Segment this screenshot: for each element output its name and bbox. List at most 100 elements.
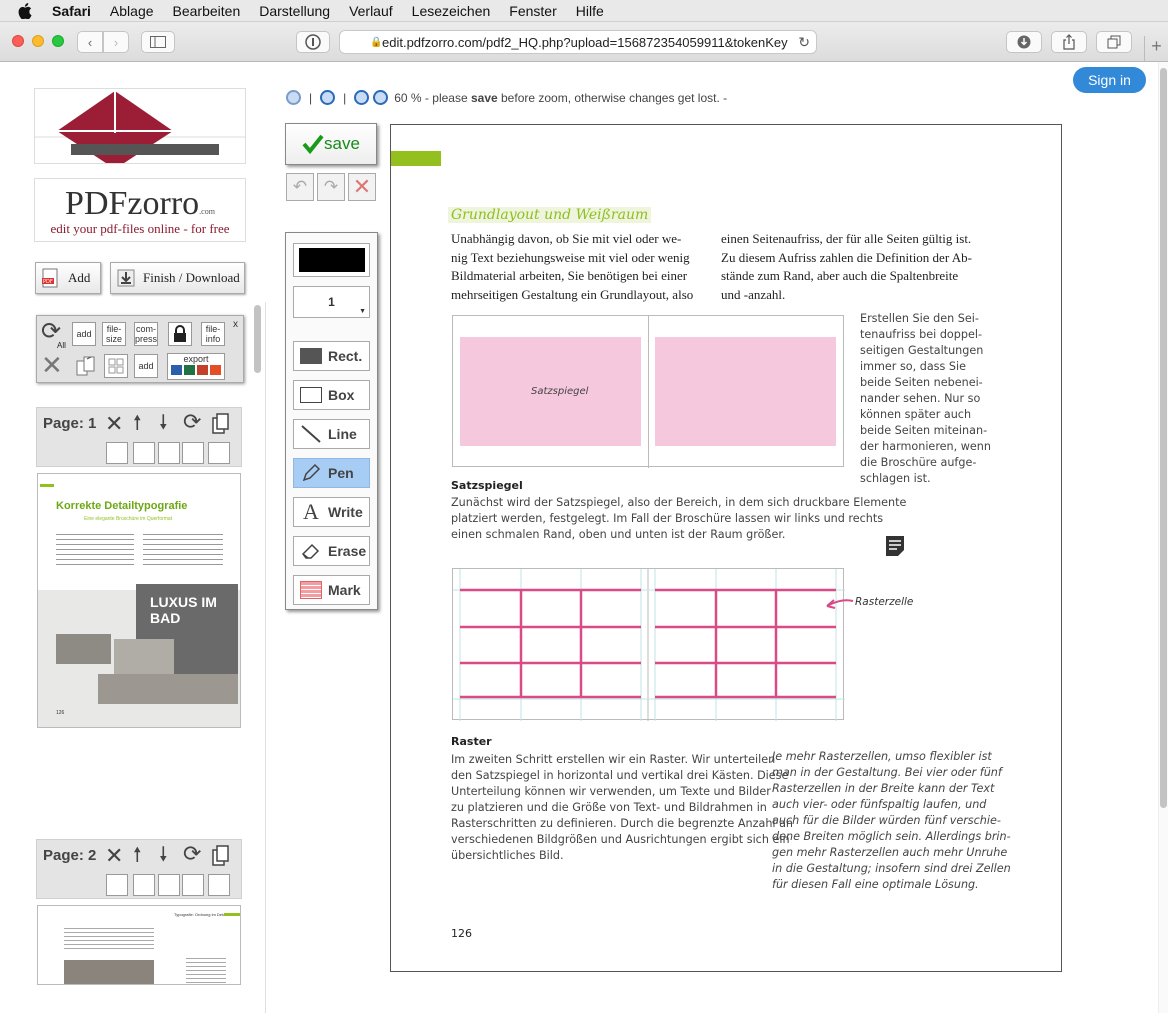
- move-down-icon[interactable]: 🠗: [159, 845, 168, 865]
- url-bar[interactable]: 🔒 edit.pdfzorro.com/pdf2_HQ.php?upload=1…: [339, 30, 817, 54]
- menu-darstellung[interactable]: Darstellung: [259, 3, 330, 19]
- insert-page-icon[interactable]: [158, 442, 180, 464]
- rotate-90-icon[interactable]: ⟳: [183, 411, 201, 433]
- delete-page-icon[interactable]: ✕: [105, 845, 123, 867]
- add-page-button[interactable]: add: [72, 322, 96, 346]
- redo-button[interactable]: ↷: [317, 173, 345, 201]
- zorro-logo-icon: [35, 91, 245, 163]
- copy-pages-icon[interactable]: [74, 354, 98, 378]
- stroke-width-select[interactable]: 1 ▼: [293, 286, 370, 318]
- edit-page-icon[interactable]: [182, 874, 204, 896]
- sidebar-icon: [150, 36, 166, 48]
- new-tab-button[interactable]: +: [1144, 36, 1168, 62]
- menu-verlauf[interactable]: Verlauf: [349, 3, 393, 19]
- rasterzelle-label: Rasterzelle: [855, 596, 914, 608]
- grid-view-icon[interactable]: [104, 354, 128, 378]
- zoom-actual-icon[interactable]: [320, 90, 336, 105]
- sign-in-button[interactable]: Sign in: [1073, 67, 1146, 93]
- compress-button[interactable]: com-press: [134, 322, 158, 346]
- merge-page-icon[interactable]: [106, 442, 128, 464]
- share-button[interactable]: [1051, 31, 1087, 53]
- box-tool-button[interactable]: Box: [293, 380, 370, 410]
- chevron-right-icon: ›: [113, 34, 119, 50]
- close-tools-button[interactable]: x: [233, 319, 238, 330]
- mark-tool-button[interactable]: Mark: [293, 575, 370, 605]
- menu-bearbeiten[interactable]: Bearbeiten: [173, 3, 241, 19]
- pdf-intro-col2: einen Seitenaufriss, der für alle Seiten…: [721, 231, 972, 303]
- main-scrollbar-thumb[interactable]: [1160, 68, 1167, 808]
- page-2-label: Page: 2: [43, 847, 97, 864]
- cancel-button[interactable]: ✕: [348, 173, 376, 201]
- move-down-icon[interactable]: 🠗: [159, 413, 168, 433]
- copy-page-icon[interactable]: [211, 413, 231, 439]
- apple-icon[interactable]: [18, 2, 32, 19]
- zoom-out-icon[interactable]: [354, 90, 370, 105]
- satz-heading: Satzspiegel: [451, 479, 523, 492]
- back-button[interactable]: ‹: [77, 31, 103, 53]
- zoom-window-button[interactable]: [52, 35, 64, 47]
- menu-safari[interactable]: Safari: [52, 3, 91, 19]
- add-label: Add: [68, 270, 91, 285]
- menu-lesezeichen[interactable]: Lesezeichen: [412, 3, 491, 19]
- export-button[interactable]: export: [167, 353, 225, 380]
- close-window-button[interactable]: [12, 35, 24, 47]
- lock-button[interactable]: [168, 322, 192, 346]
- sidebar-scrollbar-thumb[interactable]: [254, 305, 261, 373]
- merge-page-icon[interactable]: [106, 874, 128, 896]
- pdf-page-canvas[interactable]: Grundlayout und Weißraum Unabhängig davo…: [390, 124, 1062, 972]
- zoom-fit-icon[interactable]: [286, 90, 301, 105]
- insert-page-icon[interactable]: [158, 874, 180, 896]
- rotate-all-icon[interactable]: ⟳ All: [41, 320, 69, 351]
- line-tool-button[interactable]: Line: [293, 419, 370, 449]
- logo-mark[interactable]: [34, 88, 246, 164]
- filesize-button[interactable]: file-size: [102, 322, 126, 346]
- minimize-window-button[interactable]: [32, 35, 44, 47]
- page-1-thumbnail[interactable]: Korrekte Detailtypografie Eine elegante …: [37, 473, 241, 728]
- fileinfo-button[interactable]: file-info: [201, 322, 225, 346]
- downloads-button[interactable]: [1006, 31, 1042, 53]
- raster-heading: Raster: [451, 735, 492, 748]
- save-button[interactable]: save: [285, 123, 377, 165]
- checkmark-icon: [302, 134, 324, 154]
- line-icon: [300, 424, 322, 444]
- undo-button[interactable]: ↶: [286, 173, 314, 201]
- pen-tool-button[interactable]: Pen: [293, 458, 370, 488]
- reader-button[interactable]: [296, 31, 330, 53]
- delete-all-icon[interactable]: ✕: [41, 352, 69, 380]
- share-page-icon[interactable]: [208, 442, 230, 464]
- menu-ablage[interactable]: Ablage: [110, 3, 154, 19]
- tabs-icon: [1107, 35, 1121, 49]
- tabs-button[interactable]: [1096, 31, 1132, 53]
- forward-button[interactable]: ›: [103, 31, 129, 53]
- plus-icon: +: [1151, 36, 1162, 56]
- sidebar-scrollbar[interactable]: [253, 302, 263, 1002]
- undo-icon: ↶: [292, 177, 308, 196]
- split-page-icon[interactable]: [133, 442, 155, 464]
- move-up-icon[interactable]: 🠕: [133, 845, 142, 865]
- finish-download-button[interactable]: Finish / Download: [110, 262, 245, 294]
- add-blank-button[interactable]: add: [134, 354, 158, 378]
- zoom-in-icon[interactable]: [373, 90, 389, 105]
- split-page-icon[interactable]: [133, 874, 155, 896]
- logo-wordmark[interactable]: PDFzorro.com edit your pdf-files online …: [34, 178, 246, 242]
- note-annotation-icon[interactable]: [885, 535, 905, 557]
- menu-fenster[interactable]: Fenster: [509, 3, 556, 19]
- raster-figure: [452, 568, 845, 721]
- menu-hilfe[interactable]: Hilfe: [576, 3, 604, 19]
- write-tool-button[interactable]: A Write: [293, 497, 370, 527]
- add-button[interactable]: PDF Add: [35, 262, 101, 294]
- copy-page-icon[interactable]: [211, 845, 231, 871]
- sidebar-toggle-button[interactable]: [141, 31, 175, 53]
- page-1-toolbar: Page: 1 ✕ 🠕 🠗 ⟳: [36, 407, 242, 467]
- share-page-icon[interactable]: [208, 874, 230, 896]
- erase-tool-button[interactable]: Erase: [293, 536, 370, 566]
- edit-page-icon[interactable]: [182, 442, 204, 464]
- delete-page-icon[interactable]: ✕: [105, 413, 123, 435]
- reload-icon[interactable]: ↻: [798, 34, 810, 51]
- rotate-90-icon[interactable]: ⟳: [183, 843, 201, 865]
- rect-tool-button[interactable]: Rect.: [293, 341, 370, 371]
- page-2-thumbnail[interactable]: Typografie: Ordnung im Detail: [37, 905, 241, 985]
- move-up-icon[interactable]: 🠕: [133, 413, 142, 433]
- color-picker[interactable]: [293, 243, 370, 277]
- main-scrollbar[interactable]: [1158, 62, 1168, 1013]
